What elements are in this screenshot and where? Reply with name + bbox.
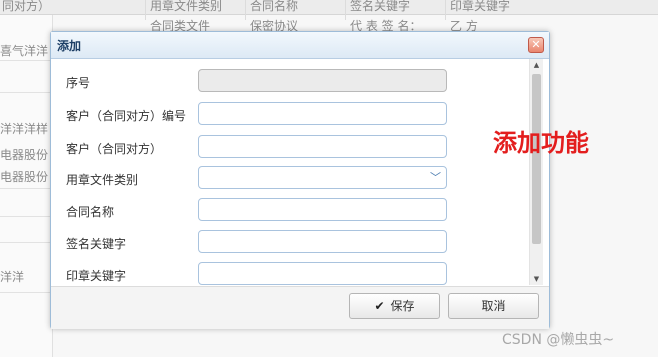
field-label: 序号 [66, 76, 91, 90]
form-row-seal-keyword: 印章关键字 [52, 262, 528, 285]
scroll-thumb[interactable] [532, 74, 541, 244]
form-row-customer-id: 客户（合同对方）编号 [52, 102, 528, 126]
field-label: 客户（合同对方）编号 [66, 109, 187, 123]
signature-keyword-input[interactable] [198, 230, 447, 253]
field-label: 用章文件类别 [66, 173, 139, 187]
dialog-title: 添加 [57, 39, 82, 53]
cancel-label: 取消 [481, 299, 506, 313]
contract-name-input[interactable] [198, 198, 447, 221]
field-label: 合同名称 [66, 205, 115, 219]
field-label: 印章关键字 [66, 269, 127, 283]
form-area: 序号 客户（合同对方）编号 客户（合同对方） 用章文件类别 ﹀ 合同名称 签名关… [52, 59, 528, 285]
annotation-text: 添加功能 [493, 128, 589, 157]
chevron-down-icon[interactable]: ﹀ [427, 169, 444, 186]
form-row-doc-type: 用章文件类别 ﹀ [52, 166, 528, 190]
save-label: 保存 [390, 299, 415, 313]
field-label: 客户（合同对方） [66, 142, 163, 156]
dialog-titlebar[interactable]: 添加 ✕ [51, 32, 549, 59]
close-icon[interactable]: ✕ [528, 37, 544, 53]
vertical-scrollbar[interactable]: ▲ ▼ [529, 59, 543, 285]
dialog-footer: ✔ 保存 取消 [51, 286, 549, 329]
grid-cell: 喜气洋洋 [0, 44, 49, 58]
save-button[interactable]: ✔ 保存 [349, 293, 440, 319]
serial-number-field [198, 69, 447, 92]
grid-cell: 电器股份 [0, 170, 49, 184]
form-row-signature-keyword: 签名关键字 [52, 230, 528, 254]
grid-cell: 电器股份 [0, 148, 49, 162]
grid-header-cell: 签名关键字 [350, 0, 411, 13]
checkmark-icon: ✔ [374, 299, 385, 313]
grid-header: 同对方） 用章文件类别 合同名称 签名关键字 印章关键字 [0, 0, 658, 15]
grid-cell: 洋洋 [0, 270, 25, 284]
add-dialog: 添加 ✕ 序号 客户（合同对方）编号 客户（合同对方） 用章文件类别 ﹀ 合同名… [50, 31, 550, 329]
scroll-up-icon[interactable]: ▲ [530, 59, 543, 71]
grid-header-cell: 印章关键字 [450, 0, 511, 13]
grid-header-cell: 用章文件类别 [150, 0, 223, 13]
form-row-contract-name: 合同名称 [52, 198, 528, 222]
customer-input[interactable] [198, 135, 447, 158]
cancel-button[interactable]: 取消 [448, 293, 539, 319]
document-type-select[interactable]: ﹀ [198, 166, 447, 189]
grid-header-cell: 同对方） [2, 0, 51, 13]
form-row-serial: 序号 [52, 69, 528, 93]
grid-header-cell: 合同名称 [250, 0, 299, 13]
scroll-down-icon[interactable]: ▼ [530, 273, 543, 285]
grid-first-column [0, 14, 53, 357]
field-label: 签名关键字 [66, 237, 127, 251]
seal-keyword-input[interactable] [198, 262, 447, 285]
customer-id-input[interactable] [198, 102, 447, 125]
grid-cell: 洋洋洋样 [0, 122, 49, 136]
watermark-text: CSDN @懒虫虫~ [502, 332, 615, 348]
form-row-customer: 客户（合同对方） [52, 135, 528, 159]
